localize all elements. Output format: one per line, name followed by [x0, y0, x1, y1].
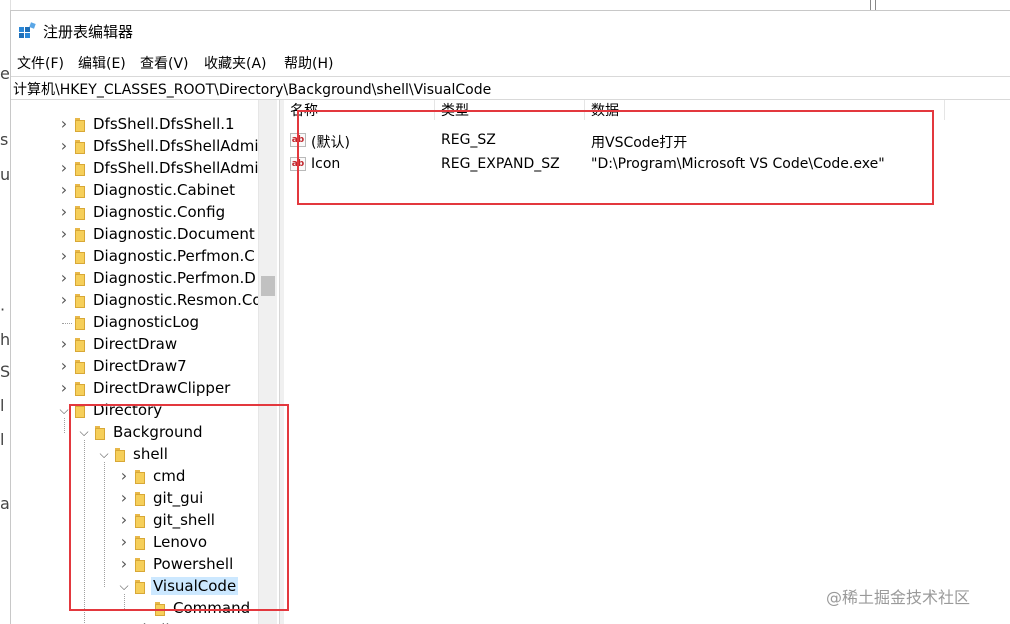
tree-item-label[interactable]: Diagnostic.Cabinet: [91, 181, 237, 199]
folder-icon: [75, 382, 85, 396]
tree-item[interactable]: › DfsShell.DfsShellAdmi: [11, 136, 261, 158]
address-bar[interactable]: 计算机\HKEY_CLASSES_ROOT\Directory\Backgrou…: [11, 76, 1010, 100]
chevron-right-icon[interactable]: ›: [58, 226, 70, 242]
tree-scrollbar-thumb[interactable]: [261, 276, 275, 296]
tree-item-label[interactable]: Diagnostic.Perfmon.D: [91, 269, 258, 287]
tree-item-label[interactable]: DfsShell.DfsShell.1: [91, 115, 237, 133]
menu-help[interactable]: 帮助(H): [284, 53, 333, 73]
folder-icon: [75, 206, 85, 220]
chevron-right-icon[interactable]: ›: [58, 336, 70, 352]
folder-icon: [75, 360, 85, 374]
tree-guide-line: [64, 418, 65, 433]
tree-item[interactable]: › DirectDrawClipper: [11, 378, 258, 400]
chevron-right-icon[interactable]: ›: [58, 248, 70, 264]
folder-icon: [75, 250, 85, 264]
menu-edit[interactable]: 编辑(E): [78, 53, 126, 73]
menu-view[interactable]: 查看(V): [140, 53, 189, 73]
chevron-right-icon[interactable]: ›: [58, 160, 70, 176]
menu-bar: 文件(F) 编辑(E) 查看(V) 收藏夹(A) 帮助(H): [11, 51, 1010, 75]
tree-item[interactable]: › Diagnostic.Resmon.Co: [11, 290, 262, 312]
menu-favorites[interactable]: 收藏夹(A): [204, 53, 267, 73]
tree-item-label[interactable]: DirectDraw: [91, 335, 179, 353]
tree-item-label[interactable]: DirectDraw7: [91, 357, 189, 375]
tree-item[interactable]: › Diagnostic.Perfmon.C: [11, 246, 258, 268]
tree-item[interactable]: › Diagnostic.Cabinet: [11, 180, 258, 202]
folder-icon: [75, 162, 85, 176]
tree-item[interactable]: DiagnosticLog: [11, 312, 258, 334]
chevron-right-icon[interactable]: ›: [58, 138, 70, 154]
chevron-right-icon[interactable]: ›: [58, 358, 70, 374]
chevron-right-icon[interactable]: ›: [58, 182, 70, 198]
folder-icon: [75, 184, 85, 198]
tree-item-label[interactable]: DfsShell.DfsShellAdmi: [91, 159, 261, 177]
tree-item[interactable]: › DirectDraw7: [11, 356, 258, 378]
chevron-right-icon[interactable]: ›: [58, 204, 70, 220]
tree-item-label[interactable]: DiagnosticLog: [91, 313, 201, 331]
tree-item[interactable]: › Diagnostic.Perfmon.D: [11, 268, 258, 290]
chevron-right-icon[interactable]: ›: [58, 270, 70, 286]
menu-file[interactable]: 文件(F): [17, 53, 64, 73]
column-separator[interactable]: [944, 100, 945, 120]
tree-item-label[interactable]: Diagnostic.Document: [91, 225, 257, 243]
chevron-right-icon[interactable]: ›: [58, 292, 70, 308]
title-bar[interactable]: 注册表编辑器: [11, 11, 1010, 51]
tree-item[interactable]: ›ShellEx: [11, 620, 258, 624]
folder-icon: [75, 316, 85, 330]
folder-icon: [75, 272, 85, 286]
folder-icon: [75, 294, 85, 308]
tree-guide-line: [62, 323, 72, 324]
tree-item[interactable]: › Diagnostic.Config: [11, 202, 258, 224]
registry-editor-icon: [19, 22, 36, 38]
folder-icon: [75, 228, 85, 242]
tree-item[interactable]: › DfsShell.DfsShellAdmi: [11, 158, 261, 180]
tree-item-label[interactable]: DfsShell.DfsShellAdmi: [91, 137, 261, 155]
tree-item-label[interactable]: Diagnostic.Resmon.Co: [91, 291, 264, 309]
background-window-top-edge: · ·: [560, 0, 1010, 10]
folder-icon: [75, 118, 85, 132]
annotation-values-highlight: [297, 110, 934, 205]
folder-icon: [75, 338, 85, 352]
tree-item[interactable]: › DfsShell.DfsShell.1: [11, 114, 258, 136]
chevron-right-icon[interactable]: ›: [58, 116, 70, 132]
tree-item[interactable]: › Diagnostic.Document: [11, 224, 258, 246]
registry-editor-window: 注册表编辑器 文件(F) 编辑(E) 查看(V) 收藏夹(A) 帮助(H) 计算…: [10, 10, 1010, 624]
watermark: @稀土掘金技术社区: [826, 588, 971, 607]
annotation-tree-highlight: [69, 404, 289, 611]
tree-item[interactable]: › DirectDraw: [11, 334, 258, 356]
folder-icon: [75, 140, 85, 154]
tree-item-label[interactable]: Diagnostic.Perfmon.C: [91, 247, 257, 265]
window-title: 注册表编辑器: [43, 23, 134, 41]
address-path[interactable]: 计算机\HKEY_CLASSES_ROOT\Directory\Backgrou…: [13, 79, 491, 99]
chevron-right-icon[interactable]: ›: [58, 380, 70, 396]
tree-item-label[interactable]: DirectDrawClipper: [91, 379, 232, 397]
tree-item-label[interactable]: Diagnostic.Config: [91, 203, 227, 221]
